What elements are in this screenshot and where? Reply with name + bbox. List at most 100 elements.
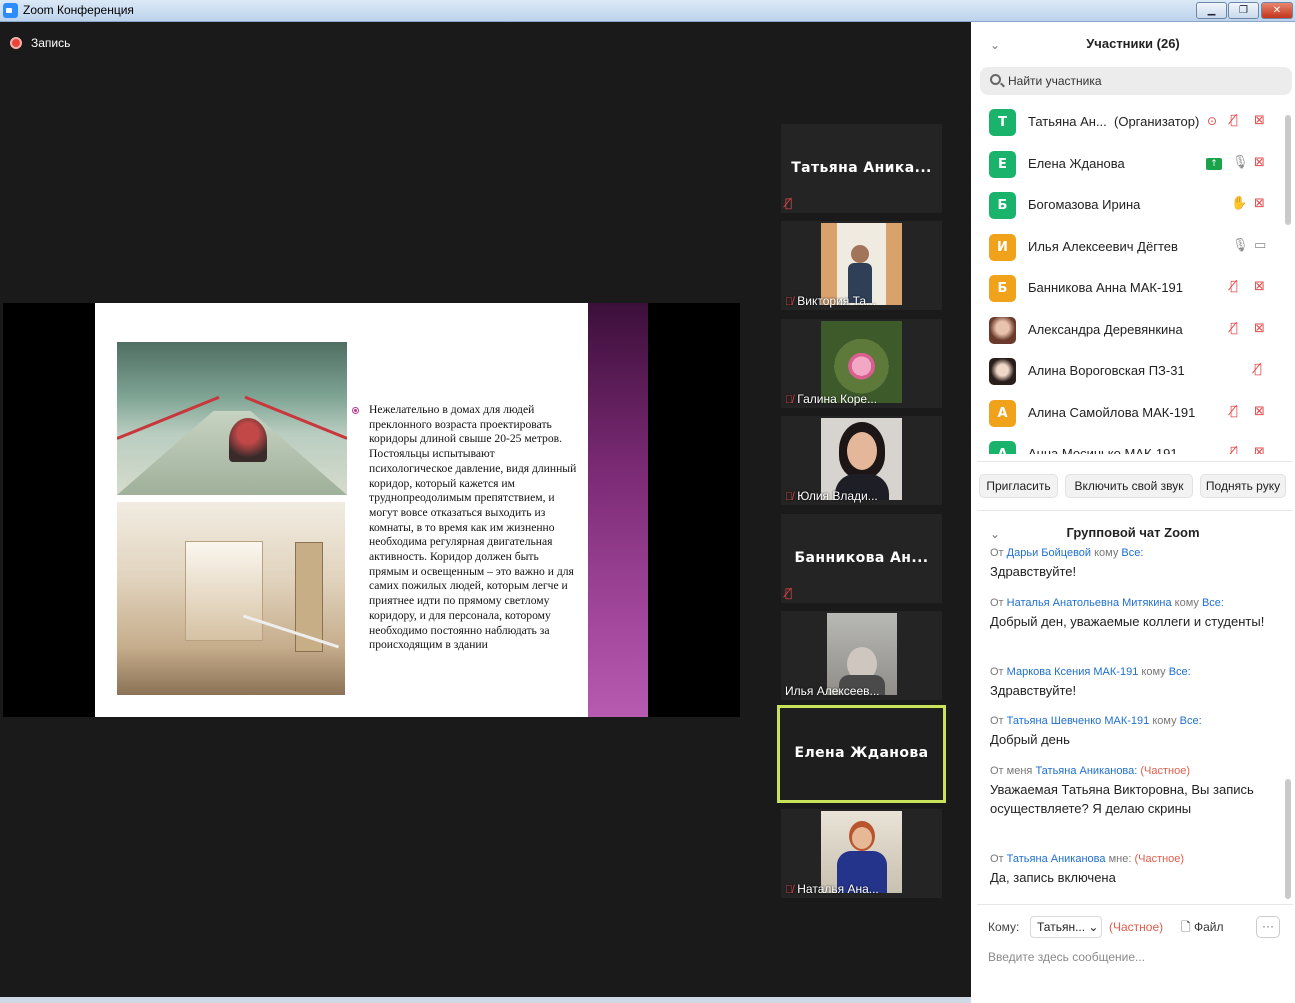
recipient-select[interactable]: Татьян... ⌄ — [1030, 916, 1102, 938]
participant-video — [821, 223, 902, 305]
participant-name: Елена Жданова — [1028, 156, 1125, 171]
search-input[interactable] — [1008, 72, 1278, 90]
video-tile[interactable]: Татьяна Аника... 🎙̸ — [781, 124, 942, 213]
avatar — [989, 358, 1016, 385]
more-options-button[interactable]: ··· — [1256, 916, 1280, 938]
video-off-icon[interactable]: ⊠ — [1254, 445, 1265, 454]
tile-label: 🎙̸ Виктория Та... — [785, 294, 877, 308]
participant-name: Алина Вороговская ПЗ-31 — [1028, 363, 1185, 378]
taskbar-strip — [0, 997, 971, 1003]
participants-scrollbar[interactable] — [1285, 115, 1291, 225]
video-off-icon[interactable]: ⊠ — [1254, 113, 1265, 129]
mic-muted-icon[interactable]: 🎙̸ — [1230, 404, 1238, 420]
participant-row[interactable]: Т Татьяна Ан... (Организатор) ⊙ 🎙̸ ⊠ — [971, 102, 1287, 143]
participant-name: Татьяна Ан... (Организатор) — [1028, 114, 1200, 129]
participant-video — [821, 811, 902, 893]
side-panel: ⌄ Участники (26) Т Татьяна Ан... (Органи… — [971, 22, 1295, 1003]
video-tile[interactable]: 🎙̸ Юлия Влади... — [781, 416, 942, 505]
chat-messages: От Дарьи Бойцевой кому Все: Здравствуйте… — [971, 548, 1287, 920]
tile-label: 🎙̸ Наталья Ана... — [785, 882, 879, 896]
participant-name: Александра Деревянкина — [1028, 322, 1183, 337]
mic-muted-icon[interactable]: 🎙̸ — [1230, 279, 1238, 295]
zoom-app-icon — [3, 3, 18, 18]
mic-icon[interactable]: 🎙 — [1232, 238, 1249, 254]
bullet-icon — [352, 407, 359, 414]
mic-muted-icon: 🎙̸ — [785, 491, 794, 503]
video-off-icon[interactable]: ⊠ — [1254, 279, 1265, 295]
corridor-photo-wheelchair — [117, 342, 347, 495]
shared-screen: Нежелательно в домах для людей преклонно… — [3, 303, 740, 717]
chat-message: От Маркова Ксения МАК-191 кому Все: Здра… — [990, 665, 1270, 700]
participant-search[interactable] — [980, 67, 1292, 95]
search-icon — [990, 74, 1001, 85]
message-meta: От Маркова Ксения МАК-191 кому Все: — [990, 666, 1191, 678]
recording-indicator[interactable]: Запись — [10, 35, 70, 51]
corridor-photo-hallway — [117, 502, 345, 695]
participant-row[interactable]: Алина Вороговская ПЗ-31 🎙̸ — [971, 351, 1287, 392]
video-off-icon[interactable]: ⊠ — [1254, 196, 1265, 212]
avatar: А — [989, 441, 1016, 454]
participant-row[interactable]: А Алина Самойлова МАК-191 🎙̸ ⊠ — [971, 393, 1287, 434]
message-text: Да, запись включена — [990, 870, 1116, 885]
tile-name: Банникова Ан... — [794, 550, 929, 566]
avatar: И — [989, 234, 1016, 261]
video-off-icon[interactable]: ⊠ — [1254, 321, 1265, 337]
participant-row[interactable]: Александра Деревянкина 🎙̸ ⊠ — [971, 310, 1287, 351]
participant-name: Богомазова Ирина — [1028, 197, 1141, 212]
mic-muted-icon[interactable]: 🎙̸ — [1230, 113, 1238, 129]
video-camera-icon[interactable]: ▭ — [1254, 238, 1266, 254]
tile-label: 🎙̸ Галина Коре... — [785, 392, 878, 406]
participant-name: Илья Алексеевич Дёгтев — [1028, 239, 1178, 254]
message-text: Добрый день — [990, 732, 1070, 747]
participant-list: Т Татьяна Ан... (Организатор) ⊙ 🎙̸ ⊠ Е Е… — [971, 102, 1287, 454]
divider — [977, 461, 1293, 462]
file-button[interactable]: 🗋 Файл — [1181, 917, 1224, 937]
mic-muted-icon: 🎙̸ — [785, 586, 793, 600]
participant-name: Банникова Анна МАК-191 — [1028, 280, 1184, 295]
message-text: Добрый ден, уважаемые коллеги и студенты… — [990, 614, 1265, 629]
close-button[interactable]: ✕ — [1261, 2, 1293, 19]
chat-message: От Татьяна Аниканова мне: (Частное) Да, … — [990, 852, 1270, 887]
raised-hand-icon: ✋ — [1231, 196, 1248, 211]
tile-label: Илья Алексеев... — [785, 684, 880, 698]
invite-button[interactable]: Пригласить — [979, 474, 1058, 498]
window-title: Zoom Конференция — [23, 3, 134, 17]
video-tile[interactable]: Банникова Ан... 🎙̸ — [781, 514, 942, 603]
avatar: А — [989, 400, 1016, 427]
video-tile[interactable]: Илья Алексеев... — [781, 611, 942, 700]
mic-muted-icon[interactable]: 🎙̸ — [1230, 445, 1238, 454]
chat-message: От Дарьи Бойцевой кому Все: Здравствуйте… — [990, 548, 1270, 581]
video-off-icon[interactable]: ⊠ — [1254, 404, 1265, 420]
chat-message: От меня Татьяна Аниканова: (Частное) Ува… — [990, 764, 1270, 818]
mic-muted-icon[interactable]: 🎙̸ — [1230, 321, 1238, 337]
video-tile[interactable]: 🎙̸ Наталья Ана... — [781, 809, 942, 898]
participant-row[interactable]: Б Банникова Анна МАК-191 🎙̸ ⊠ — [971, 268, 1287, 309]
maximize-button[interactable]: ❐ — [1228, 2, 1259, 19]
chat-scrollbar[interactable] — [1285, 779, 1291, 899]
participant-name: Алина Самойлова МАК-191 — [1028, 405, 1196, 420]
minimize-button[interactable]: ▁ — [1196, 2, 1227, 19]
raise-hand-button[interactable]: Поднять руку — [1200, 474, 1286, 498]
video-tile[interactable]: 🎙̸ Виктория Та... — [781, 221, 942, 310]
chat-recipient-row: Кому: Татьян... ⌄ (Частное) 🗋 Файл ··· — [971, 915, 1295, 941]
message-text: Здравствуйте! — [990, 564, 1077, 579]
participant-video — [827, 613, 897, 695]
mic-icon[interactable]: 🎙 — [1232, 155, 1249, 171]
message-meta: От Дарьи Бойцевой кому Все: — [990, 548, 1144, 559]
participants-title: Участники (26) — [1086, 36, 1180, 51]
participant-row[interactable]: А Анна Мосинько МАК-191 🎙̸ ⊠ — [971, 434, 1287, 454]
tile-label: 🎙̸ Юлия Влади... — [785, 489, 878, 503]
chat-message-input[interactable] — [988, 948, 1278, 966]
avatar: Б — [989, 192, 1016, 219]
mic-muted-icon: 🎙̸ — [785, 296, 794, 308]
participant-row[interactable]: Б Богомазова Ирина ✋ ⊠ — [971, 185, 1287, 226]
video-tile[interactable]: 🎙̸ Галина Коре... — [781, 319, 942, 408]
participant-row[interactable]: Е Елена Жданова ↑ 🎙 ⊠ — [971, 144, 1287, 185]
mic-muted-icon[interactable]: 🎙̸ — [1254, 362, 1262, 378]
message-meta: От Наталья Анатольевна Митякина кому Все… — [990, 597, 1224, 609]
active-speaker-tile[interactable]: Елена Жданова — [777, 705, 946, 803]
video-off-icon[interactable]: ⊠ — [1254, 155, 1265, 171]
participant-row[interactable]: И Илья Алексеевич Дёгтев 🎙 ▭ — [971, 227, 1287, 268]
unmute-button[interactable]: Включить свой звук — [1065, 474, 1193, 498]
chat-message: От Наталья Анатольевна Митякина кому Все… — [990, 596, 1270, 631]
